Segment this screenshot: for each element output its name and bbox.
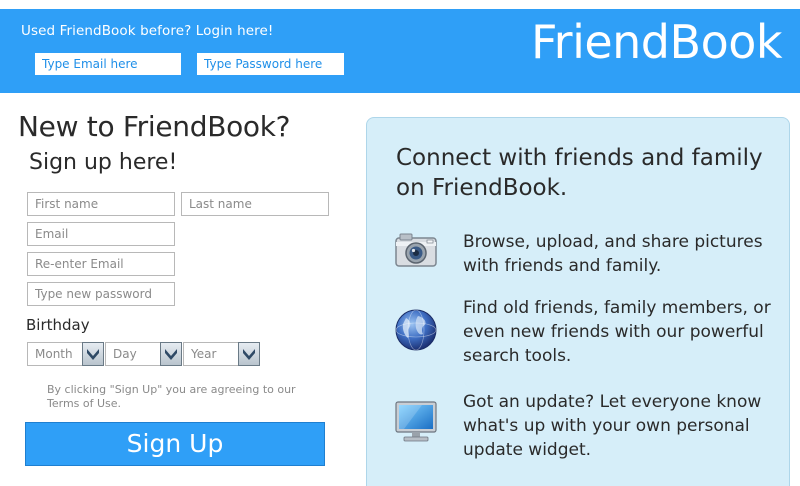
month-dropdown-button[interactable] [82,342,104,366]
month-select[interactable]: Month [27,342,83,366]
terms-notice: By clicking "Sign Up" you are agreeing t… [47,383,296,410]
login-email-input[interactable] [35,53,181,75]
reenter-email-input[interactable] [27,252,175,276]
day-select[interactable]: Day [105,342,161,366]
chevron-down-icon [243,349,255,360]
brand-logo: FriendBook [531,15,782,69]
globe-icon [392,306,440,354]
first-name-input[interactable] [27,192,175,216]
chevron-down-icon [165,349,177,360]
info-heading: Connect with friends and family on Frien… [396,145,763,201]
day-dropdown-button[interactable] [160,342,182,366]
signup-title: New to FriendBook? [18,110,291,143]
camera-icon [392,226,440,274]
monitor-icon [392,398,440,446]
sign-up-button[interactable]: Sign Up [25,422,325,466]
chevron-down-icon [87,349,99,360]
feature-update-text: Got an update? Let everyone know what's … [463,392,762,460]
year-dropdown-button[interactable] [238,342,260,366]
birthday-label: Birthday [26,316,90,334]
new-password-input[interactable] [27,282,175,306]
login-prompt: Used FriendBook before? Login here! [21,23,274,39]
last-name-input[interactable] [181,192,329,216]
year-select[interactable]: Year [183,342,239,366]
feature-photos-text: Browse, upload, and share pictures with … [463,232,763,276]
signup-subtitle: Sign up here! [29,150,178,175]
email-input[interactable] [27,222,175,246]
feature-search-text: Find old friends, family members, or eve… [463,298,771,366]
login-password-input[interactable] [197,53,344,75]
